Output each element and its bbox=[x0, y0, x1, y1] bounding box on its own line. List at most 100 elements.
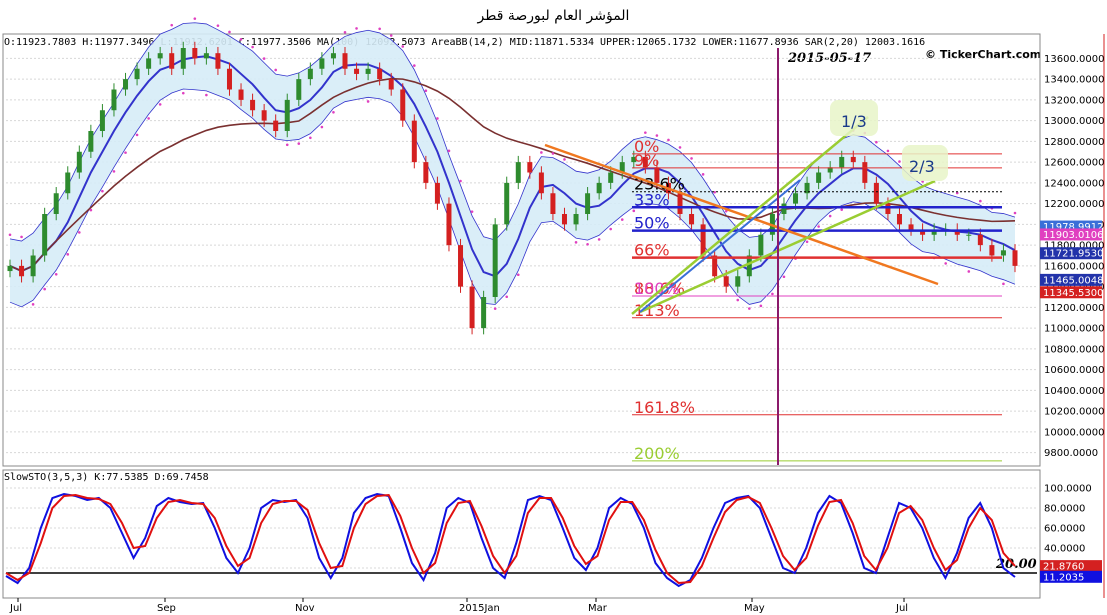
sar-dot bbox=[239, 38, 243, 41]
sar-dot bbox=[805, 240, 809, 244]
x-tick-label: May bbox=[744, 603, 765, 614]
sar-dot bbox=[828, 214, 832, 218]
candle-body bbox=[273, 120, 279, 131]
candle-body bbox=[862, 162, 868, 183]
x-tick-label: Mar bbox=[588, 603, 608, 614]
price-chart[interactable]: 0%9%23.6%33%50%66%88.6%100%113%161.8%200… bbox=[0, 0, 1107, 615]
candle-body bbox=[42, 214, 48, 256]
sar-dot bbox=[43, 287, 46, 291]
candle-body bbox=[596, 182, 602, 194]
price-badge-label: 11903.0106 bbox=[1043, 230, 1103, 241]
sar-dot bbox=[343, 30, 347, 34]
sar-dot bbox=[285, 143, 289, 147]
candle-body bbox=[1000, 250, 1006, 256]
candle-body bbox=[515, 162, 521, 183]
sar-dot bbox=[297, 142, 301, 145]
y-tick-label: 9800.0000 bbox=[1044, 448, 1098, 459]
candle-body bbox=[65, 172, 71, 194]
sar-dot bbox=[309, 136, 312, 140]
candle-body bbox=[330, 53, 336, 59]
sar-dot bbox=[274, 68, 277, 72]
candle-body bbox=[458, 245, 464, 287]
sar-dot bbox=[447, 149, 451, 153]
fib-level-label: 66% bbox=[634, 241, 670, 260]
candle-body bbox=[180, 48, 186, 69]
candle-body bbox=[469, 286, 475, 329]
candle-body bbox=[492, 224, 498, 297]
fan-label-2-3: 2/3 bbox=[909, 157, 935, 176]
candle-body bbox=[238, 89, 244, 100]
y-tick-label: 10000.0000 bbox=[1044, 427, 1104, 438]
sar-dot bbox=[644, 131, 647, 134]
sto-y-tick-label: 60.0000 bbox=[1044, 524, 1085, 535]
sar-dot bbox=[78, 231, 81, 234]
sar-dot bbox=[748, 307, 751, 310]
sar-dot bbox=[228, 30, 231, 34]
sar-dot bbox=[1002, 282, 1005, 286]
sar-dot bbox=[967, 270, 971, 273]
candle-body bbox=[677, 193, 683, 214]
candle-body bbox=[873, 182, 879, 204]
candle-body bbox=[977, 234, 983, 246]
sar-dot bbox=[840, 208, 844, 211]
sar-dot bbox=[459, 179, 462, 183]
sar-dot bbox=[516, 273, 520, 277]
sar-dot bbox=[782, 275, 786, 279]
sar-dot bbox=[389, 34, 393, 37]
candle-body bbox=[896, 214, 902, 225]
sar-dot bbox=[124, 151, 127, 154]
sar-dot bbox=[736, 298, 740, 302]
candle-body bbox=[19, 265, 25, 277]
candle-body bbox=[250, 99, 256, 111]
candle-body bbox=[527, 162, 533, 173]
y-tick-label: 11200.0000 bbox=[1044, 303, 1104, 314]
candle-body bbox=[342, 53, 348, 69]
sar-dot bbox=[563, 158, 566, 161]
sar-dot bbox=[355, 27, 358, 30]
y-tick-label: 10800.0000 bbox=[1044, 344, 1104, 355]
candle-body bbox=[123, 79, 129, 90]
fan-label-1-3: 1/3 bbox=[841, 112, 867, 131]
sar-dot bbox=[875, 140, 878, 144]
price-badge-label: 11465.0048 bbox=[1043, 275, 1103, 286]
candle-body bbox=[689, 214, 695, 225]
sto-y-tick-label: 100.0000 bbox=[1044, 484, 1092, 495]
y-tick-label: 11600.0000 bbox=[1044, 261, 1104, 272]
sar-dot bbox=[597, 238, 601, 241]
sar-dot bbox=[251, 45, 254, 49]
candle-body bbox=[134, 68, 140, 80]
sar-dot bbox=[54, 272, 58, 276]
sar-dot bbox=[205, 93, 208, 97]
candle-body bbox=[446, 203, 452, 246]
candle-body bbox=[377, 68, 383, 80]
sto-y-tick-label: 80.0000 bbox=[1044, 504, 1085, 515]
candle-body bbox=[30, 255, 36, 277]
candle-body bbox=[561, 214, 567, 225]
sar-dot bbox=[632, 209, 636, 213]
candle-body bbox=[700, 224, 706, 256]
sar-dot bbox=[886, 149, 890, 153]
candle-body bbox=[781, 203, 787, 214]
candle-body bbox=[481, 297, 487, 329]
x-tick-label: Nov bbox=[295, 603, 315, 614]
y-tick-label: 10600.0000 bbox=[1044, 365, 1104, 376]
sar-dot bbox=[31, 303, 35, 306]
candle-body bbox=[111, 89, 117, 111]
candle-body bbox=[504, 182, 510, 225]
sar-dot bbox=[505, 295, 509, 299]
sar-dot bbox=[667, 138, 670, 142]
candle-body bbox=[261, 110, 267, 121]
sar-dot bbox=[193, 17, 197, 20]
sar-dot bbox=[8, 233, 12, 237]
candle-body bbox=[908, 224, 914, 230]
sar-dot bbox=[678, 146, 682, 149]
sar-dot bbox=[413, 64, 416, 67]
candle-body bbox=[966, 234, 972, 236]
candle-body bbox=[284, 99, 290, 131]
fib-level-label: 200% bbox=[634, 444, 680, 463]
candle-body bbox=[608, 172, 614, 183]
sar-dot bbox=[135, 133, 139, 137]
x-tick-label: Sep bbox=[157, 603, 176, 614]
sar-dot bbox=[540, 151, 543, 154]
sar-dot bbox=[170, 23, 174, 27]
